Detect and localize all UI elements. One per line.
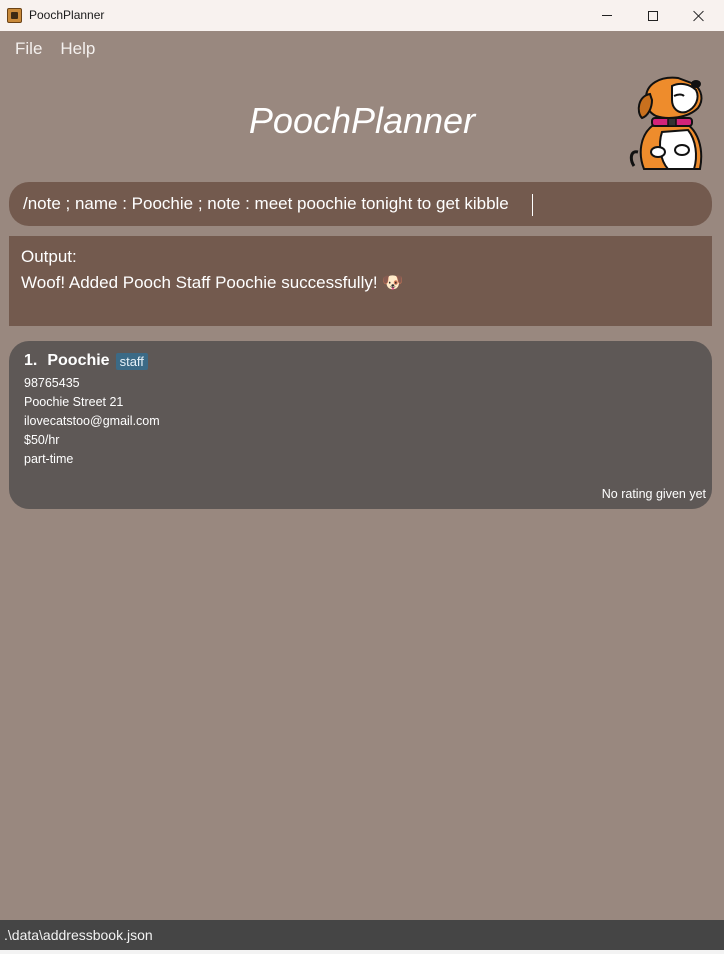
minimize-button[interactable] bbox=[584, 0, 630, 31]
app-title: PoochPlanner bbox=[248, 100, 476, 141]
contact-fields: 98765435 Poochie Street 21 ilovecatstoo@… bbox=[24, 374, 697, 469]
close-icon bbox=[693, 10, 705, 22]
contact-address: Poochie Street 21 bbox=[24, 395, 124, 409]
result-display: Output: Woof! Added Pooch Staff Poochie … bbox=[9, 236, 712, 326]
contact-tag: staff bbox=[115, 352, 148, 370]
output-message: Woof! Added Pooch Staff Poochie successf… bbox=[21, 273, 404, 292]
contact-rating: No rating given yet bbox=[601, 487, 706, 501]
command-box[interactable] bbox=[9, 182, 712, 226]
app-logo-icon bbox=[7, 8, 22, 23]
menu-file[interactable]: File bbox=[15, 39, 42, 59]
window-bottom-edge bbox=[0, 950, 724, 954]
contact-name: Poochie bbox=[47, 352, 110, 369]
contact-email: ilovecatstoo@gmail.com bbox=[24, 414, 160, 428]
contact-phone: 98765435 bbox=[24, 376, 80, 390]
menu-bar: File Help bbox=[15, 39, 95, 59]
contact-card[interactable]: 1. Poochie staff 98765435 Poochie Street… bbox=[9, 341, 712, 509]
maximize-button[interactable] bbox=[630, 0, 676, 31]
minimize-icon bbox=[602, 15, 612, 16]
status-bar: .\data\addressbook.json bbox=[0, 920, 724, 950]
contact-card-header: 1. Poochie staff bbox=[24, 350, 697, 372]
dog-mascot-icon bbox=[629, 76, 703, 170]
text-caret bbox=[532, 194, 533, 216]
output-label: Output: bbox=[21, 247, 77, 266]
main-window: File Help PoochPlanner Output: Woof! Add… bbox=[0, 31, 724, 920]
window-titlebar: PoochPlanner bbox=[0, 0, 724, 31]
contact-employment: part-time bbox=[24, 452, 74, 466]
close-button[interactable] bbox=[676, 0, 722, 31]
maximize-icon bbox=[648, 10, 658, 21]
window-title: PoochPlanner bbox=[29, 8, 105, 22]
contact-index: 1. bbox=[24, 352, 38, 369]
menu-help[interactable]: Help bbox=[60, 39, 95, 59]
command-input[interactable] bbox=[23, 194, 698, 214]
contact-salary: $50/hr bbox=[24, 433, 60, 447]
status-file-path: .\data\addressbook.json bbox=[4, 927, 153, 943]
